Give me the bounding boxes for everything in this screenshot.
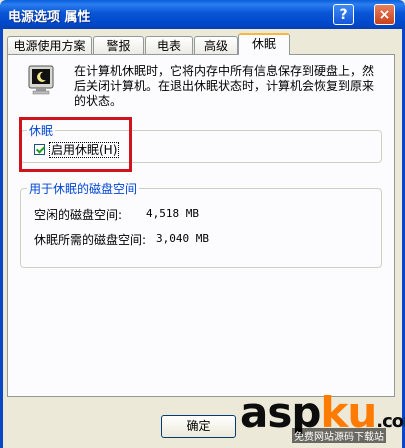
tab-power-meter[interactable]: 电表 bbox=[145, 36, 193, 54]
tab-power-schemes[interactable]: 电源使用方案 bbox=[7, 36, 92, 54]
help-button[interactable]: ? bbox=[333, 4, 354, 25]
disk-space-group: 用于休眠的磁盘空间 bbox=[20, 180, 382, 268]
enable-hibernate-checkbox[interactable]: 启用休眠(H) bbox=[34, 141, 120, 158]
tab-advanced[interactable]: 高级 bbox=[194, 36, 238, 54]
required-disk-space-value: 3,040 MB bbox=[156, 232, 209, 245]
hibernate-monitor-icon bbox=[28, 65, 54, 95]
tab-alarms[interactable]: 警报 bbox=[93, 36, 144, 54]
tab-panel: 在计算机休眠时，它将内存中所有信息保存到硬盘上，然后关闭计算机。在退出休眠状态时… bbox=[7, 54, 395, 397]
title-bar: 电源选项 属性 ? × bbox=[0, 0, 405, 29]
hibernate-description: 在计算机休眠时，它将内存中所有信息保存到硬盘上，然后关闭计算机。在退出休眠状态时… bbox=[74, 64, 375, 108]
ok-button[interactable]: 确定 bbox=[161, 415, 236, 438]
disk-space-group-title: 用于休眠的磁盘空间 bbox=[27, 180, 140, 197]
free-disk-space-label: 空闲的磁盘空间: bbox=[34, 208, 123, 222]
close-button[interactable]: × bbox=[374, 4, 395, 25]
window-frame-left bbox=[0, 29, 3, 448]
enable-hibernate-label: 启用休眠(H) bbox=[49, 142, 120, 158]
watermark-subtitle: 免费网站源码下载站 bbox=[292, 428, 386, 443]
window-title: 电源选项 属性 bbox=[8, 10, 91, 25]
hibernate-group-title: 休眠 bbox=[27, 122, 56, 139]
required-disk-space-label: 休眠所需的磁盘空间: bbox=[34, 233, 147, 247]
checkbox-checked-icon[interactable] bbox=[34, 144, 45, 155]
free-disk-space-value: 4,518 MB bbox=[146, 207, 199, 220]
tab-hibernate[interactable]: 休眠 bbox=[238, 33, 290, 55]
tab-strip: 电源使用方案 警报 电表 高级 休眠 bbox=[7, 33, 397, 55]
